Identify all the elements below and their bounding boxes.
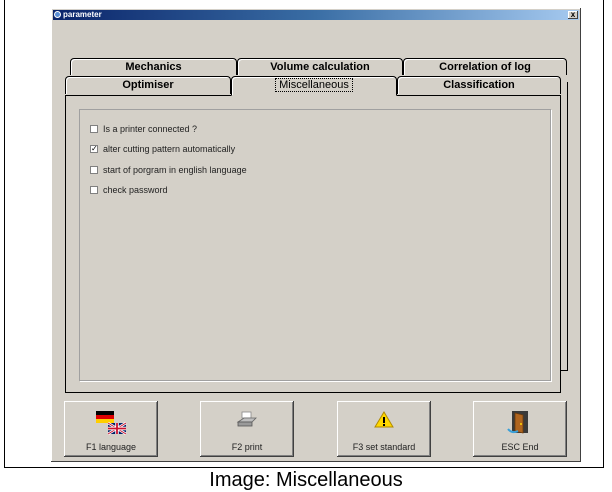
button-label: F1 language	[85, 442, 137, 452]
option-alter-cutting-pattern[interactable]: ✓ alter cutting pattern automatically	[90, 143, 235, 155]
tab-label: Mechanics	[125, 61, 182, 73]
button-label: F2 print	[231, 442, 263, 452]
image-caption: Image: Miscellaneous	[209, 469, 403, 491]
miscellaneous-page: Is a printer connected ? ✓ alter cutting …	[65, 95, 561, 393]
option-english-language[interactable]: start of porgram in english language	[90, 164, 247, 176]
tab-correlation-of-log[interactable]: Correlation of log	[403, 58, 567, 75]
tab-classification[interactable]: Classification	[397, 76, 561, 94]
tab-mechanics[interactable]: Mechanics	[70, 58, 237, 75]
tab-miscellaneous[interactable]: Miscellaneous	[231, 76, 397, 96]
door-exit-icon	[473, 409, 567, 440]
esc-end-button[interactable]: ESC End	[473, 401, 567, 457]
checkbox[interactable]	[90, 165, 98, 174]
options-group: Is a printer connected ? ✓ alter cutting …	[79, 109, 551, 381]
button-label: ESC End	[501, 442, 539, 452]
option-label: check password	[103, 185, 168, 195]
printer-icon	[200, 409, 294, 434]
warning-icon	[337, 409, 431, 436]
tab-volume-calculation[interactable]: Volume calculation	[237, 58, 403, 75]
app-icon	[54, 11, 61, 18]
close-button[interactable]: x	[568, 11, 578, 19]
checkbox[interactable]	[90, 185, 98, 194]
option-printer-connected[interactable]: Is a printer connected ?	[90, 123, 197, 135]
option-check-password[interactable]: check password	[90, 184, 168, 196]
option-label: start of porgram in english language	[103, 165, 247, 175]
f3-set-standard-button[interactable]: F3 set standard	[337, 401, 431, 457]
tab-label: Volume calculation	[270, 61, 370, 73]
checkbox[interactable]: ✓	[90, 144, 98, 153]
option-label: alter cutting pattern automatically	[103, 144, 236, 154]
tab-label: Optimiser	[122, 79, 174, 91]
tab-label: Miscellaneous	[275, 78, 353, 92]
tab-label: Classification	[443, 79, 515, 91]
tab-label: Correlation of log	[439, 61, 531, 73]
checkbox[interactable]	[90, 124, 98, 133]
button-label: F3 set standard	[352, 442, 416, 452]
flags-icon	[64, 409, 158, 440]
window-title: parameter	[63, 10, 102, 19]
f1-language-button[interactable]: F1 language	[64, 401, 158, 457]
f2-print-button[interactable]: F2 print	[200, 401, 294, 457]
option-label: Is a printer connected ?	[103, 124, 198, 134]
tab-optimiser[interactable]: Optimiser	[65, 76, 231, 94]
title-bar[interactable]: parameter x	[53, 10, 579, 20]
